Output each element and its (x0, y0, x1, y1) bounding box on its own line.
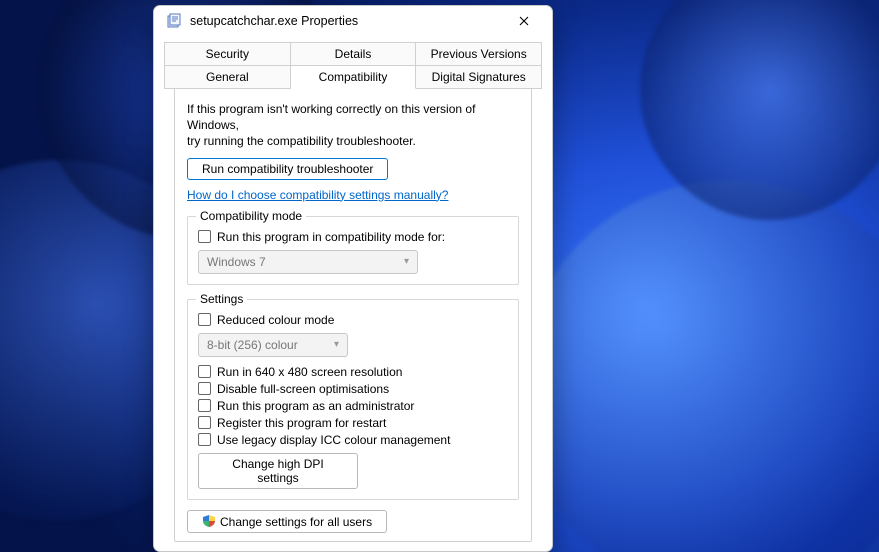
checkbox-run-admin-label: Run this program as an administrator (217, 399, 414, 413)
window-title: setupcatchchar.exe Properties (190, 14, 502, 28)
change-all-users-button[interactable]: Change settings for all users (187, 510, 387, 533)
tab-general[interactable]: General (164, 65, 291, 89)
checkbox-compat-mode-label: Run this program in compatibility mode f… (217, 230, 445, 244)
checkbox-disable-fullscreen-label: Disable full-screen optimisations (217, 382, 389, 396)
help-link[interactable]: How do I choose compatibility settings m… (187, 188, 448, 202)
run-troubleshooter-button[interactable]: Run compatibility troubleshooter (187, 158, 388, 180)
checkbox-reduced-colour[interactable] (198, 313, 211, 326)
properties-dialog: setupcatchchar.exe Properties Security D… (153, 5, 553, 552)
group-title-settings: Settings (196, 292, 247, 306)
tab-security[interactable]: Security (164, 42, 291, 65)
change-all-users-label: Change settings for all users (220, 515, 372, 529)
desktop-background: setupcatchchar.exe Properties Security D… (0, 0, 879, 552)
intro-text: If this program isn't working correctly … (187, 101, 519, 150)
close-icon (519, 16, 529, 26)
checkbox-disable-fullscreen[interactable] (198, 382, 211, 395)
titlebar: setupcatchchar.exe Properties (154, 6, 552, 36)
intro-line2: try running the compatibility troublesho… (187, 134, 416, 148)
tab-previous-versions[interactable]: Previous Versions (416, 42, 542, 65)
checkbox-640x480[interactable] (198, 365, 211, 378)
compat-os-select[interactable]: Windows 7 ▾ (198, 250, 418, 274)
tab-digital-signatures[interactable]: Digital Signatures (416, 65, 542, 89)
compat-os-value: Windows 7 (207, 255, 266, 269)
colour-mode-value: 8-bit (256) colour (207, 338, 298, 352)
checkbox-register-restart-label: Register this program for restart (217, 416, 386, 430)
intro-line1: If this program isn't working correctly … (187, 102, 475, 132)
checkbox-legacy-icc[interactable] (198, 433, 211, 446)
chevron-down-icon: ▾ (334, 339, 339, 350)
bg-petal (520, 180, 879, 552)
tab-strip: Security Details Previous Versions Gener… (154, 36, 552, 552)
close-button[interactable] (502, 6, 546, 36)
checkbox-reduced-colour-label: Reduced colour mode (217, 313, 334, 327)
app-icon (166, 13, 182, 29)
chevron-down-icon: ▾ (404, 256, 409, 267)
shield-icon (202, 514, 216, 528)
colour-mode-select[interactable]: 8-bit (256) colour ▾ (198, 333, 348, 357)
tab-compatibility[interactable]: Compatibility (291, 65, 417, 89)
checkbox-compat-mode[interactable] (198, 230, 211, 243)
checkbox-register-restart[interactable] (198, 416, 211, 429)
checkbox-legacy-icc-label: Use legacy display ICC colour management (217, 433, 450, 447)
checkbox-640x480-label: Run in 640 x 480 screen resolution (217, 365, 402, 379)
group-title-compat: Compatibility mode (196, 209, 306, 223)
change-dpi-button[interactable]: Change high DPI settings (198, 453, 358, 489)
tab-pane-compatibility: If this program isn't working correctly … (174, 89, 532, 542)
group-settings: Settings Reduced colour mode 8-bit (256)… (187, 299, 519, 500)
checkbox-run-admin[interactable] (198, 399, 211, 412)
group-compatibility-mode: Compatibility mode Run this program in c… (187, 216, 519, 285)
tab-details[interactable]: Details (291, 42, 417, 65)
